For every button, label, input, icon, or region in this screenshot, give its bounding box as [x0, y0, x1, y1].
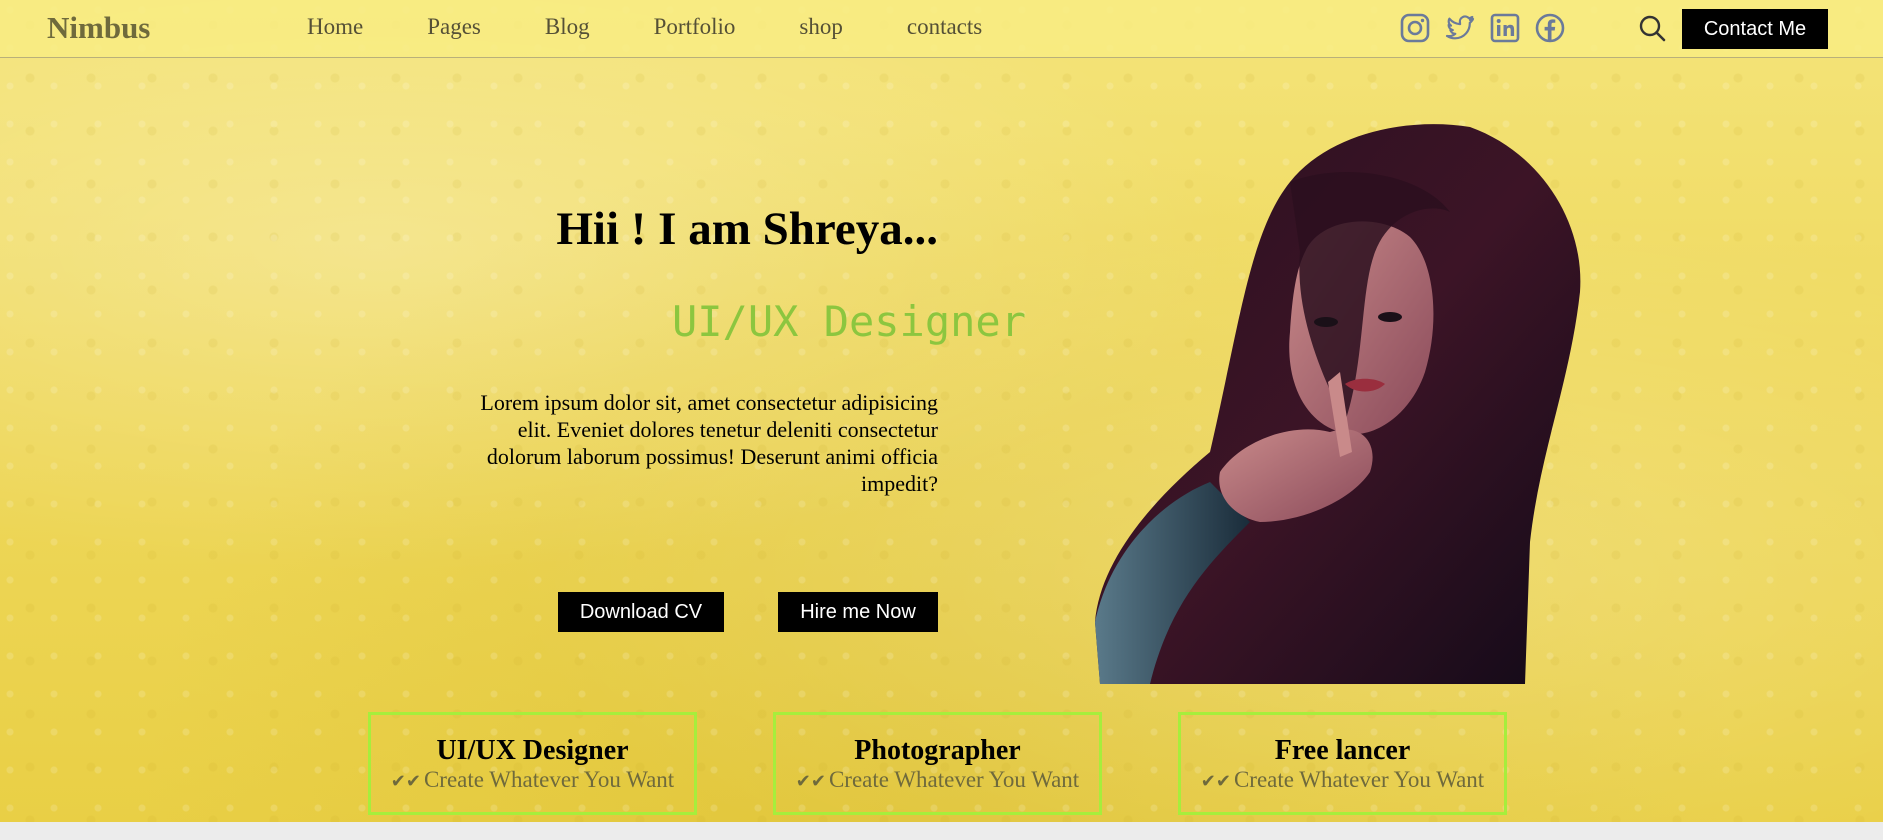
- social-links: [1399, 12, 1579, 44]
- contact-me-button[interactable]: Contact Me: [1682, 9, 1828, 49]
- main-menu: Home Pages Blog Portfolio shop contacts: [307, 14, 1046, 40]
- nav-home[interactable]: Home: [307, 14, 363, 40]
- facebook-icon[interactable]: [1534, 12, 1566, 44]
- nav-shop[interactable]: shop: [799, 14, 842, 40]
- double-check-icon: ✔✔: [1200, 771, 1231, 791]
- hero-title: Hii ! I am Shreya...: [556, 203, 938, 255]
- card-subtitle: Create Whatever You Want: [423, 767, 675, 792]
- service-card-uiux: UI/UX Designer ✔✔ Create Whatever You Wan…: [368, 712, 697, 815]
- card-title: Photographer: [854, 735, 1021, 766]
- navbar: Nimbus Home Pages Blog Portfolio shop co…: [0, 0, 1883, 58]
- hero-description: Lorem ipsum dolor sit, amet consectetur …: [480, 390, 938, 496]
- card-subtitle-row: ✔✔ Create Whatever You Want: [371, 767, 694, 793]
- card-subtitle: Create Whatever You Want: [1233, 767, 1485, 792]
- nav-contacts[interactable]: contacts: [907, 14, 982, 40]
- linkedin-icon[interactable]: [1489, 12, 1521, 44]
- hero-page: Nimbus Home Pages Blog Portfolio shop co…: [0, 0, 1883, 822]
- instagram-icon[interactable]: [1399, 12, 1431, 44]
- background-texture: [0, 0, 1883, 822]
- card-subtitle: Create Whatever You Want: [828, 767, 1080, 792]
- nav-portfolio[interactable]: Portfolio: [654, 14, 736, 40]
- brand-logo[interactable]: Nimbus: [47, 10, 150, 46]
- hero-role: UI/UX Designer: [671, 297, 1026, 346]
- hire-me-button[interactable]: Hire me Now: [778, 592, 938, 632]
- download-cv-button[interactable]: Download CV: [558, 592, 724, 632]
- twitter-icon[interactable]: [1444, 12, 1476, 44]
- service-card-photographer: Photographer ✔✔ Create Whatever You Want: [773, 712, 1102, 815]
- nav-pages[interactable]: Pages: [427, 14, 481, 40]
- search-icon[interactable]: [1638, 14, 1666, 42]
- card-subtitle-row: ✔✔ Create Whatever You Want: [1181, 767, 1504, 793]
- card-subtitle-row: ✔✔ Create Whatever You Want: [776, 767, 1099, 793]
- double-check-icon: ✔✔: [390, 771, 421, 791]
- service-card-freelancer: Free lancer ✔✔ Create Whatever You Want: [1178, 712, 1507, 815]
- double-check-icon: ✔✔: [795, 771, 826, 791]
- card-title: Free lancer: [1274, 735, 1411, 766]
- nav-blog[interactable]: Blog: [545, 14, 590, 40]
- portrait-photo: [1095, 124, 1581, 684]
- card-title: UI/UX Designer: [436, 735, 629, 766]
